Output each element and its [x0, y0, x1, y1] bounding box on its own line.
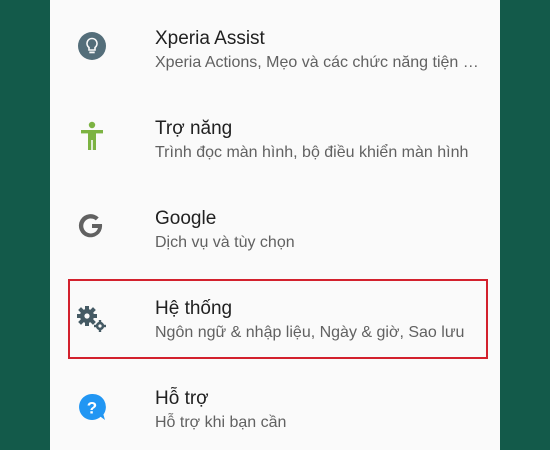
settings-item-title: Google [155, 208, 217, 229]
settings-item-title: Hỗ trợ [155, 388, 209, 409]
settings-item-accessibility[interactable]: Trợ năng Trình đọc màn hình, bộ điều khi… [50, 90, 500, 180]
settings-item-subtitle: Ngôn ngữ & nhập liệu, Ngày & giờ, Sao lư… [155, 324, 465, 341]
settings-item-title: Hệ thống [155, 298, 233, 319]
gears-icon [76, 303, 108, 335]
settings-list: Xperia Assist Xperia Actions, Mẹo và các… [50, 0, 500, 450]
svg-text:?: ? [87, 399, 97, 418]
settings-item-subtitle: Hỗ trợ khi bạn cần [155, 414, 287, 431]
settings-item-title: Xperia Assist [155, 28, 265, 49]
settings-item-google[interactable]: Google Dịch vụ và tùy chọn [50, 180, 500, 270]
help-icon: ? [76, 392, 108, 424]
settings-item-subtitle: Xperia Actions, Mẹo và các chức năng tiệ… [155, 54, 480, 71]
settings-item-subtitle: Trình đọc màn hình, bộ điều khiển màn hì… [155, 144, 469, 161]
settings-item-support[interactable]: ? Hỗ trợ Hỗ trợ khi bạn cần [50, 360, 500, 450]
settings-item-title: Trợ năng [155, 118, 233, 139]
accessibility-icon [76, 120, 108, 152]
lightbulb-icon [76, 30, 108, 62]
google-icon [76, 210, 108, 242]
settings-item-subtitle: Dịch vụ và tùy chọn [155, 234, 295, 251]
settings-item-system[interactable]: Hệ thống Ngôn ngữ & nhập liệu, Ngày & gi… [50, 270, 500, 360]
settings-item-xperia-assist[interactable]: Xperia Assist Xperia Actions, Mẹo và các… [50, 0, 500, 90]
